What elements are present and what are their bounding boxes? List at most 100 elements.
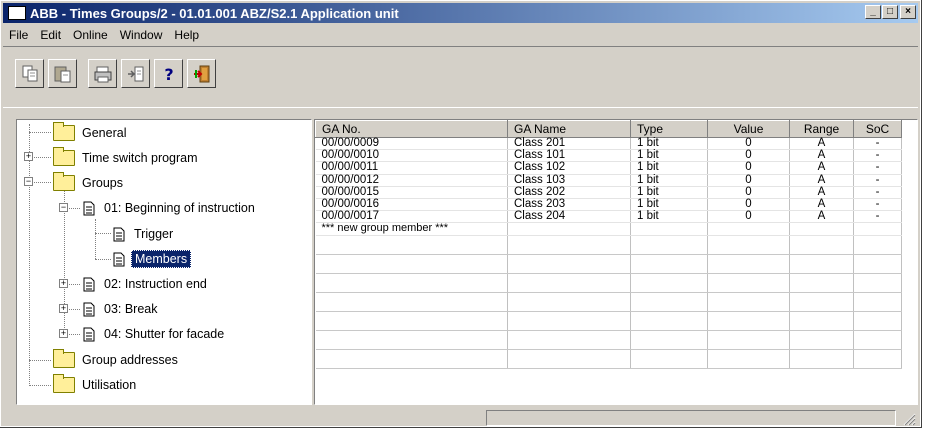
- resize-grip-icon[interactable]: [902, 412, 916, 426]
- tree-line: [95, 233, 111, 234]
- empty-cell: [630, 254, 708, 274]
- cell-ga-name: Class 201: [507, 137, 631, 151]
- cell-range: A: [789, 162, 854, 175]
- table-row[interactable]: 00/00/0012 Class 103 1 bit 0 A -: [315, 174, 902, 187]
- menu-help[interactable]: Help: [168, 28, 205, 42]
- status-bar: [3, 408, 918, 426]
- empty-cell: [789, 273, 854, 293]
- table-row[interactable]: 00/00/0016 Class 203 1 bit 0 A -: [315, 198, 902, 212]
- empty-cell: [507, 311, 631, 331]
- new-member-row[interactable]: *** new group member ***: [315, 222, 902, 236]
- tree-label: 01: Beginning of instruction: [104, 201, 255, 215]
- tree-item-trigger[interactable]: Trigger: [113, 223, 176, 245]
- table-row[interactable]: 00/00/0011 Class 102 1 bit 0 A -: [315, 162, 902, 175]
- expand-icon[interactable]: +: [59, 329, 68, 338]
- cell-ga-no: 00/00/0015: [315, 186, 508, 199]
- collapse-icon[interactable]: −: [59, 203, 68, 212]
- empty-cell: [630, 273, 708, 293]
- svg-text:?: ?: [164, 65, 173, 84]
- document-icon: [83, 327, 95, 341]
- new-group-member-cell[interactable]: *** new group member ***: [315, 222, 508, 236]
- empty-row: [315, 311, 902, 331]
- empty-cell: [707, 349, 790, 369]
- empty-cell: [630, 235, 708, 255]
- cell-range: A: [789, 210, 854, 224]
- cell-soc: -: [853, 198, 902, 212]
- tree-label: Utilisation: [82, 378, 137, 392]
- exit-button[interactable]: [187, 59, 216, 88]
- tree-label: General: [82, 126, 127, 140]
- cell-value: 0: [707, 162, 790, 175]
- cell-value: 0: [707, 210, 790, 224]
- table-row[interactable]: 00/00/0015 Class 202 1 bit 0 A -: [315, 186, 902, 199]
- import-button[interactable]: [121, 59, 150, 88]
- empty-cell: [789, 349, 854, 369]
- tree-item-group-01[interactable]: 01: Beginning of instruction: [83, 197, 258, 219]
- tree-item-group-03[interactable]: 03: Break: [83, 298, 161, 320]
- menu-bar: File Edit Online Window Help: [3, 25, 205, 44]
- menu-edit[interactable]: Edit: [34, 28, 67, 42]
- table-row[interactable]: 00/00/0017 Class 204 1 bit 0 A -: [315, 210, 902, 224]
- column-header-value[interactable]: Value: [707, 120, 790, 138]
- cell-ga-name: Class 203: [507, 198, 631, 212]
- expand-icon[interactable]: +: [24, 152, 33, 161]
- cell-ga-name: Class 102: [507, 162, 631, 175]
- close-button[interactable]: ×: [900, 5, 916, 19]
- cell-ga-no: 00/00/0009: [315, 137, 508, 151]
- empty-cell: [789, 254, 854, 274]
- menu-window[interactable]: Window: [114, 28, 169, 42]
- tree-view[interactable]: General + Time switch program − Groups −…: [16, 119, 312, 405]
- tree-label: 02: Instruction end: [104, 277, 207, 291]
- help-button[interactable]: ?: [154, 59, 183, 88]
- table-row[interactable]: 00/00/0009 Class 201 1 bit 0 A -: [315, 137, 902, 151]
- expand-icon[interactable]: +: [59, 304, 68, 313]
- paste-button[interactable]: [48, 59, 77, 88]
- cell-value: 0: [707, 186, 790, 199]
- tree-item-general[interactable]: General: [53, 122, 129, 144]
- copy-button[interactable]: [15, 59, 44, 88]
- folder-icon: [53, 374, 75, 393]
- print-button[interactable]: [88, 59, 117, 88]
- cell-type: 1 bit: [630, 137, 708, 151]
- column-header-ga-no[interactable]: GA No.: [315, 120, 508, 138]
- status-field: [486, 410, 896, 426]
- column-header-soc[interactable]: SoC: [853, 120, 902, 138]
- column-header-range[interactable]: Range: [789, 120, 854, 138]
- tree-item-members[interactable]: Members: [113, 248, 192, 270]
- menu-online[interactable]: Online: [67, 28, 114, 42]
- minimize-button[interactable]: _: [865, 5, 881, 19]
- tree-item-utilisation[interactable]: Utilisation: [53, 374, 139, 396]
- folder-icon: [53, 172, 75, 191]
- empty-cell: [707, 222, 790, 236]
- title-bar[interactable]: ABB - Times Groups/2 - 01.01.001 ABZ/S2.…: [3, 3, 918, 23]
- expand-icon[interactable]: +: [59, 279, 68, 288]
- collapse-icon[interactable]: −: [24, 177, 33, 186]
- members-grid[interactable]: GA No. GA Name Type Value Range SoC 00/0…: [314, 119, 918, 405]
- maximize-button[interactable]: □: [882, 5, 898, 19]
- empty-cell: [315, 349, 508, 369]
- empty-cell: [507, 222, 631, 236]
- print-icon: [94, 66, 111, 82]
- empty-cell: [630, 292, 708, 312]
- members-table: GA No. GA Name Type Value Range SoC 00/0…: [315, 120, 902, 369]
- folder-icon: [53, 122, 75, 141]
- tree-line: [29, 385, 51, 386]
- cell-ga-name: Class 103: [507, 174, 631, 187]
- action-tool-group: ?: [88, 59, 216, 89]
- menu-file[interactable]: File: [3, 28, 34, 42]
- tree-item-group-addresses[interactable]: Group addresses: [53, 349, 181, 371]
- tree-item-group-02[interactable]: 02: Instruction end: [83, 273, 210, 295]
- tree-item-time-switch[interactable]: Time switch program: [53, 147, 201, 169]
- column-header-ga-name[interactable]: GA Name: [507, 120, 631, 138]
- tree-item-group-04[interactable]: 04: Shutter for facade: [83, 323, 227, 345]
- tree-item-groups[interactable]: Groups: [53, 172, 126, 194]
- empty-cell: [507, 292, 631, 312]
- tree-label: Time switch program: [82, 151, 198, 165]
- table-row[interactable]: 00/00/0010 Class 101 1 bit 0 A -: [315, 149, 902, 163]
- column-header-type[interactable]: Type: [630, 120, 708, 138]
- empty-cell: [789, 330, 854, 350]
- empty-cell: [707, 311, 790, 331]
- tree-label: Groups: [82, 176, 123, 190]
- cell-type: 1 bit: [630, 198, 708, 212]
- empty-cell: [707, 273, 790, 293]
